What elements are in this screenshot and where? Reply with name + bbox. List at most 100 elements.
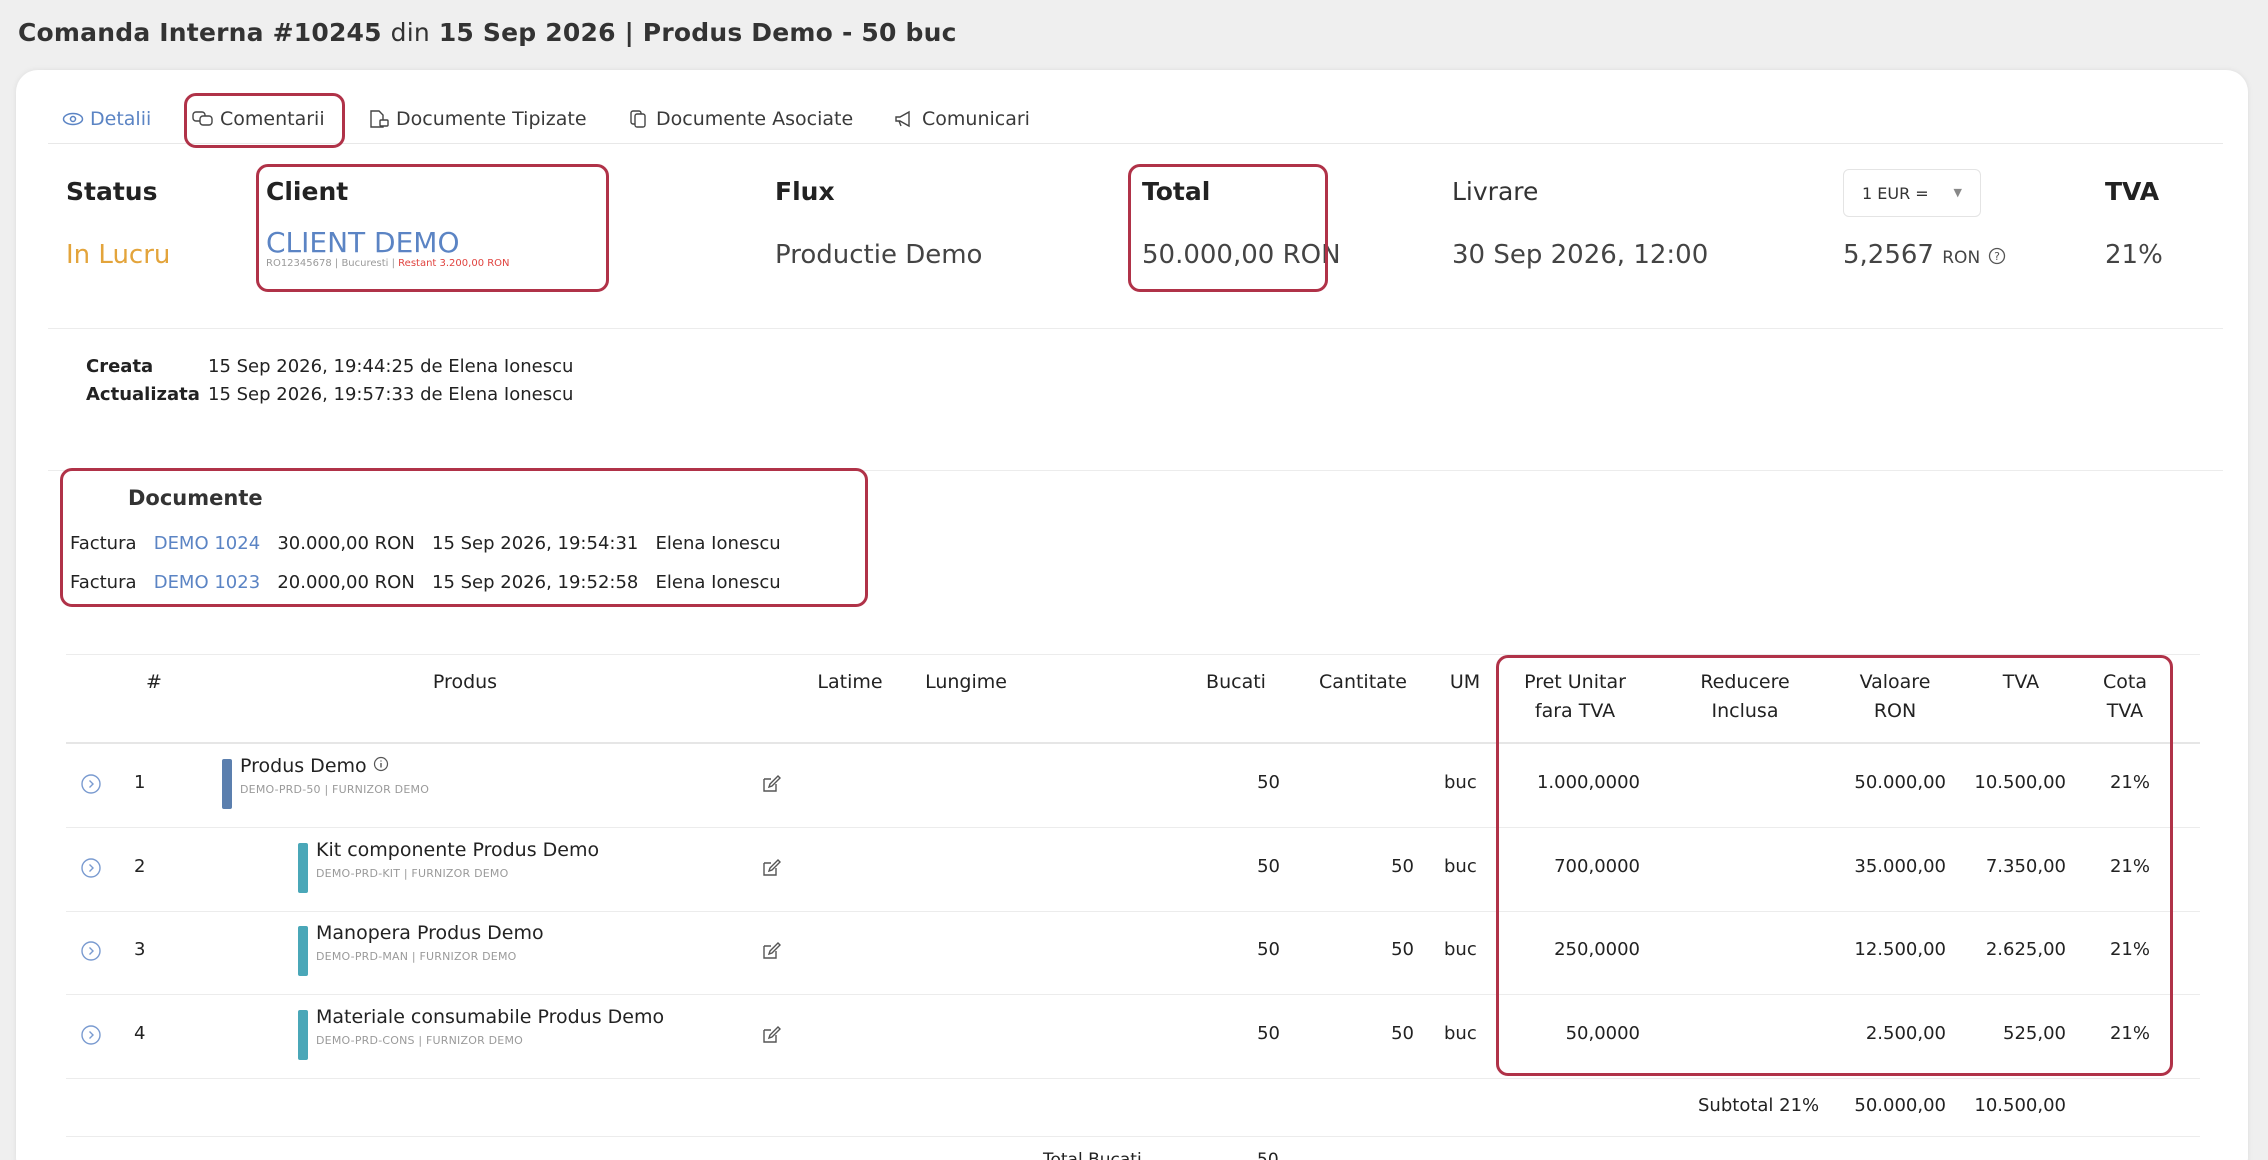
tabs-divider [48,143,2223,144]
cantitate-cell: 50 [1391,1023,1414,1044]
info-icon[interactable] [373,756,389,772]
tab-documente-tipizate-label: Documente Tipizate [396,108,587,130]
edit-icon[interactable] [760,857,782,879]
document-row: Factura DEMO 1024 30.000,00 RON 15 Sep 2… [70,533,781,554]
client-label: Client [266,177,349,206]
status-value: In Lucru [66,240,171,270]
product-sku: DEMO-PRD-MAN | FURNIZOR DEMO [316,950,517,963]
expand-circle-icon[interactable] [80,773,102,795]
product-name[interactable]: Produs Demo [240,755,389,777]
subtotal-valoare: 50.000,00 [1854,1095,1946,1116]
subtotal-tva: 10.500,00 [1974,1095,2066,1116]
creata-value: 15 Sep 2026, 19:44:25 de Elena Ionescu [208,356,574,377]
creata-label: Creata [86,356,154,377]
document-link[interactable]: DEMO 1023 [154,572,260,593]
col-header-nr: # [146,671,162,693]
status-label: Status [66,177,158,206]
pret-cell: 50,0000 [1565,1023,1640,1044]
subtotal-line [66,1136,2200,1137]
cantitate-cell: 50 [1391,939,1414,960]
bucati-cell: 50 [1257,939,1280,960]
row-divider [66,827,2200,828]
product-color-bar [222,759,232,809]
row-number: 3 [134,939,146,960]
product-color-bar [298,1010,308,1060]
tva-cell: 10.500,00 [1974,772,2066,793]
tab-comentarii-label: Comentarii [220,108,325,130]
svg-text:?: ? [1995,250,2001,263]
document-icon [370,110,389,128]
cota-cell: 21% [2109,939,2150,960]
bucati-cell: 50 [1257,772,1280,793]
currency-select[interactable]: 1 EUR = ▼ [1843,169,1981,217]
um-cell: buc [1444,856,1477,877]
col-header-reducere: Reducere Inclusa [1700,671,1790,722]
tab-comunicari[interactable]: Comunicari [894,108,1030,130]
document-row: Factura DEMO 1023 20.000,00 RON 15 Sep 2… [70,572,781,593]
col-header-lungime: Lungime [925,671,1007,693]
tab-detalii-label: Detalii [90,108,152,130]
tva-value: 21% [2105,240,2163,270]
flux-label: Flux [775,177,835,206]
product-name[interactable]: Kit componente Produs Demo [316,839,599,861]
row-divider [66,1078,2200,1079]
valoare-cell: 12.500,00 [1854,939,1946,960]
product-name[interactable]: Materiale consumabile Produs Demo [316,1006,664,1028]
tab-documente-asociate[interactable]: Documente Asociate [628,108,853,130]
tva-cell: 7.350,00 [1985,856,2066,877]
total-value: 50.000,00 RON [1142,240,1341,270]
tab-comentarii[interactable]: Comentarii [192,108,325,130]
col-header-cantitate: Cantitate [1319,671,1407,693]
bucati-cell: 50 [1257,856,1280,877]
expand-circle-icon[interactable] [80,857,102,879]
page-title: Comanda Interna #10245 din 15 Sep 2026 |… [18,18,957,47]
chevron-down-icon: ▼ [1953,186,1962,199]
um-cell: buc [1444,939,1477,960]
tab-comunicari-label: Comunicari [922,108,1030,130]
row-number: 1 [134,772,146,793]
row-divider [66,911,2200,912]
livrare-value: 30 Sep 2026, 12:00 [1452,240,1709,270]
col-header-cota: Cota TVA [2103,671,2147,722]
client-name-link[interactable]: CLIENT DEMO [266,226,460,259]
um-cell: buc [1444,1023,1477,1044]
copy-icon [630,110,646,128]
product-sku: DEMO-PRD-KIT | FURNIZOR DEMO [316,867,509,880]
edit-icon[interactable] [760,940,782,962]
actualizata-label: Actualizata [86,384,200,405]
product-color-bar [298,926,308,976]
tva-cell: 525,00 [2003,1023,2066,1044]
edit-icon[interactable] [760,773,782,795]
tab-documente-asociate-label: Documente Asociate [656,108,854,130]
valoare-cell: 50.000,00 [1854,772,1946,793]
valoare-cell: 35.000,00 [1854,856,1946,877]
product-name[interactable]: Manopera Produs Demo [316,922,544,944]
expand-circle-icon[interactable] [80,1024,102,1046]
help-icon[interactable]: ? [1988,247,2006,265]
col-header-um: UM [1449,671,1481,693]
row-number: 4 [134,1023,146,1044]
currency-select-value: 1 EUR = [1862,183,1929,203]
tab-documente-tipizate[interactable]: Documente Tipizate [368,108,587,130]
total-label: Total [1142,177,1211,206]
client-restant: Restant 3.200,00 RON [398,258,510,269]
total-bucati-value: 50 [1257,1150,1279,1160]
product-color-bar [298,843,308,893]
edit-icon[interactable] [760,1024,782,1046]
document-link[interactable]: DEMO 1024 [154,533,260,554]
tva-label: TVA [2105,177,2160,206]
row-divider [66,994,2200,995]
col-header-bucati: Bucati [1206,671,1266,693]
expand-circle-icon[interactable] [80,940,102,962]
documente-heading: Documente [128,486,263,510]
pret-cell: 700,0000 [1554,856,1640,877]
product-sku: DEMO-PRD-CONS | FURNIZOR DEMO [316,1034,524,1047]
actualizata-value: 15 Sep 2026, 19:57:33 de Elena Ionescu [208,384,574,405]
tab-detalii[interactable]: Detalii [62,108,151,130]
megaphone-icon [895,110,910,128]
row-number: 2 [134,856,146,877]
table-header-line [66,742,2200,744]
pret-cell: 250,0000 [1554,939,1640,960]
meta-divider [48,470,2223,471]
livrare-label: Livrare [1452,177,1539,206]
